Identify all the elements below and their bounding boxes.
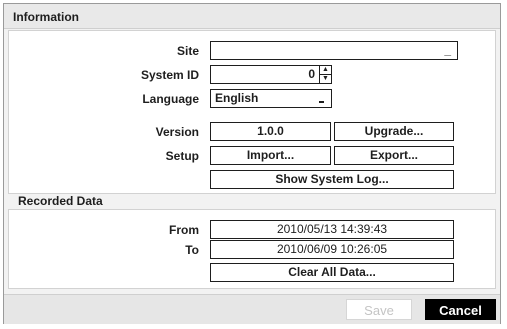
version-label: Version — [155, 125, 199, 139]
language-value: English — [215, 91, 259, 105]
show-system-log-button[interactable]: Show System Log... — [210, 170, 454, 189]
site-label: Site — [176, 44, 199, 58]
cancel-button[interactable]: Cancel — [425, 299, 496, 320]
dropdown-marker-icon — [319, 101, 324, 103]
version-value: 1.0.0 — [210, 122, 331, 141]
spin-buttons: ▲ ▼ — [319, 66, 331, 83]
site-field-value: _ — [444, 43, 451, 57]
system-id-label: System ID — [140, 68, 199, 82]
save-button[interactable]: Save — [346, 299, 412, 320]
section-title-information: Information — [13, 10, 79, 24]
import-button[interactable]: Import... — [210, 146, 331, 165]
section-title-recorded-data: Recorded Data — [18, 194, 103, 208]
clear-all-data-button[interactable]: Clear All Data... — [210, 263, 454, 282]
information-dialog: Information Site _ System ID 0 ▲ ▼ Langu… — [3, 3, 501, 324]
to-label: To — [185, 243, 199, 257]
system-id-value: 0 — [308, 67, 315, 81]
from-value: 2010/05/13 14:39:43 — [210, 220, 454, 239]
spin-up-icon[interactable]: ▲ — [320, 66, 331, 75]
to-value: 2010/06/09 10:26:05 — [210, 240, 454, 259]
language-select[interactable]: English — [210, 89, 332, 108]
dialog-footer: Save Cancel — [4, 294, 500, 324]
upgrade-button[interactable]: Upgrade... — [334, 122, 454, 141]
spin-down-icon[interactable]: ▼ — [320, 75, 331, 83]
from-label: From — [169, 223, 199, 237]
setup-label: Setup — [165, 149, 199, 163]
export-button[interactable]: Export... — [334, 146, 454, 165]
site-field[interactable]: _ — [210, 41, 458, 60]
system-id-stepper[interactable]: 0 ▲ ▼ — [210, 65, 332, 84]
language-label: Language — [142, 92, 199, 106]
